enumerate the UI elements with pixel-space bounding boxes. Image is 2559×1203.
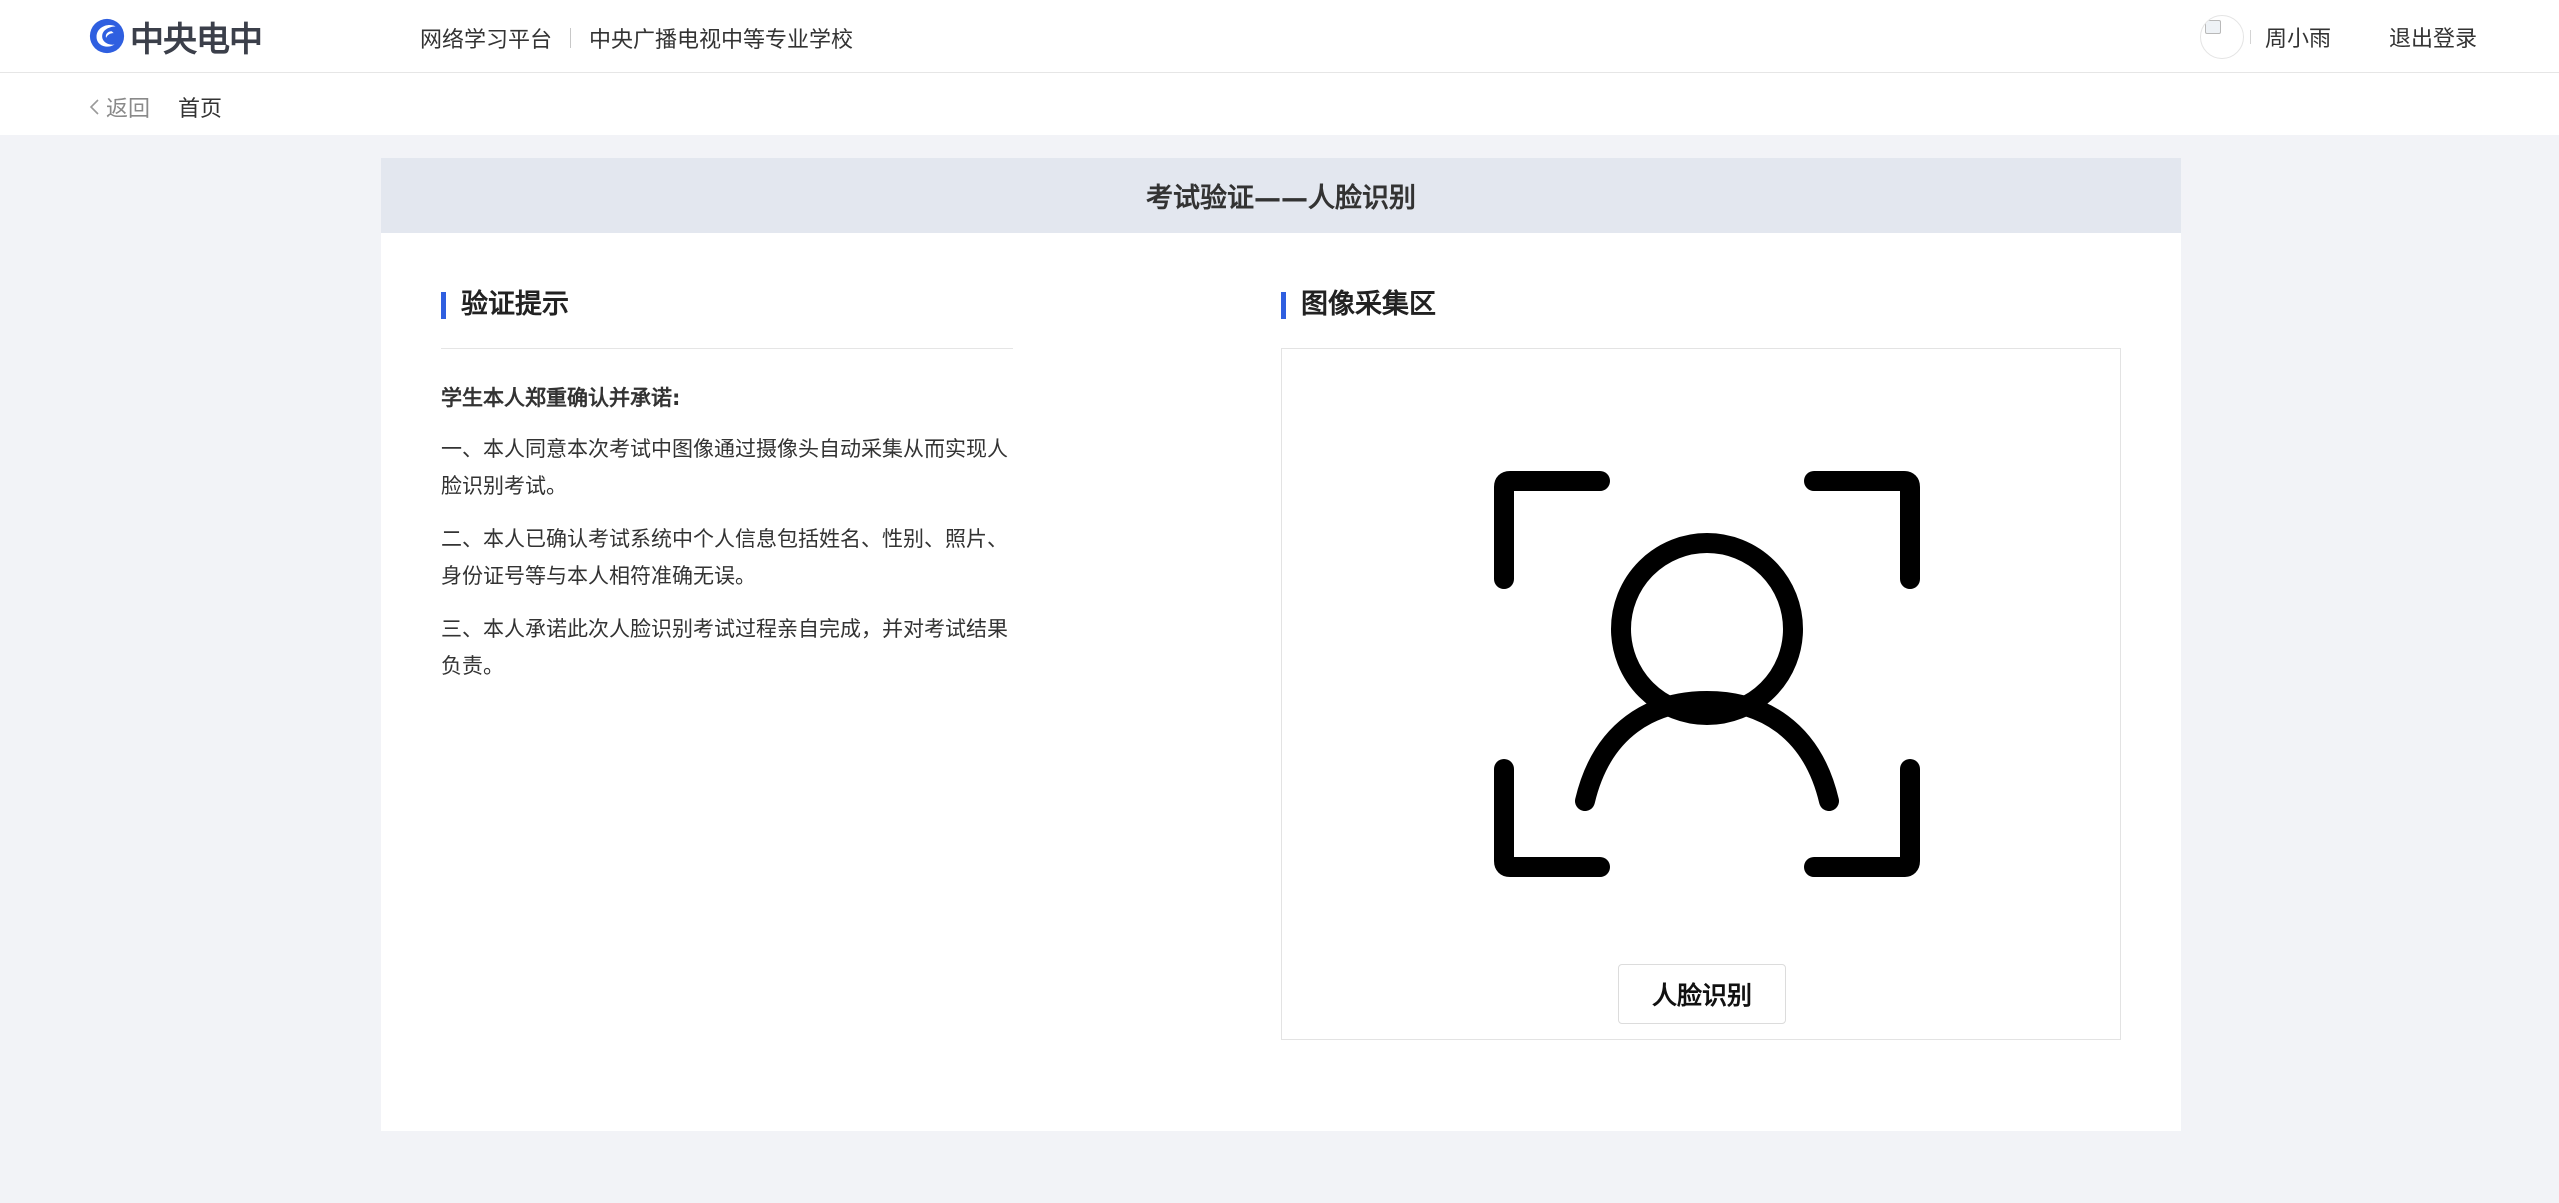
card-title: 考试验证——人脸识别	[381, 158, 2181, 233]
logout-link[interactable]: 退出登录	[2389, 21, 2477, 53]
breadcrumb-bar: 返回 首页	[0, 73, 2559, 135]
face-scan-icon	[1494, 471, 1920, 877]
verification-card: 考试验证——人脸识别 验证提示 学生本人郑重确认并承诺: 一、本人同意本次考试中…	[381, 158, 2181, 1131]
platform-name: 网络学习平台	[420, 28, 553, 53]
tips-content: 学生本人郑重确认并承诺: 一、本人同意本次考试中图像通过摄像头自动采集从而实现人…	[441, 380, 1021, 701]
avatar-divider	[2249, 30, 2251, 44]
logo-text: 中央电中	[130, 19, 263, 60]
avatar[interactable]	[2199, 15, 2244, 59]
site-logo[interactable]: 中央电中	[88, 16, 263, 60]
tips-section-title: 验证提示	[441, 290, 569, 320]
chevron-left-icon	[89, 99, 99, 115]
user-area: 周小雨 退出登录	[2199, 14, 2477, 60]
top-header: 中央电中 网络学习平台 中央广播电视中等专业学校 周小雨 退出登录	[0, 0, 2559, 73]
tips-item-1: 一、本人同意本次考试中图像通过摄像头自动采集从而实现人脸识别考试。	[441, 437, 1008, 498]
home-link[interactable]: 首页	[178, 91, 222, 123]
user-name[interactable]: 周小雨	[2265, 21, 2331, 53]
logo-mark-icon	[89, 18, 125, 54]
back-link[interactable]: 返回	[88, 91, 150, 123]
capture-section-title: 图像采集区	[1281, 290, 1436, 320]
back-label: 返回	[106, 97, 151, 122]
tips-item-2: 二、本人已确认考试系统中个人信息包括姓名、性别、照片、身份证号等与本人相符准确无…	[441, 527, 1008, 588]
face-recognition-button[interactable]: 人脸识别	[1618, 964, 1786, 1024]
tips-item-3: 三、本人承诺此次人脸识别考试过程亲自完成，并对考试结果负责。	[441, 617, 1008, 678]
school-name: 中央广播电视中等专业学校	[589, 28, 854, 53]
tips-divider	[441, 348, 1013, 349]
platform-info: 网络学习平台 中央广播电视中等专业学校	[420, 22, 853, 54]
tips-lead: 学生本人郑重确认并承诺:	[441, 386, 681, 410]
platform-divider	[570, 28, 572, 48]
image-capture-area: 人脸识别	[1281, 348, 2121, 1040]
